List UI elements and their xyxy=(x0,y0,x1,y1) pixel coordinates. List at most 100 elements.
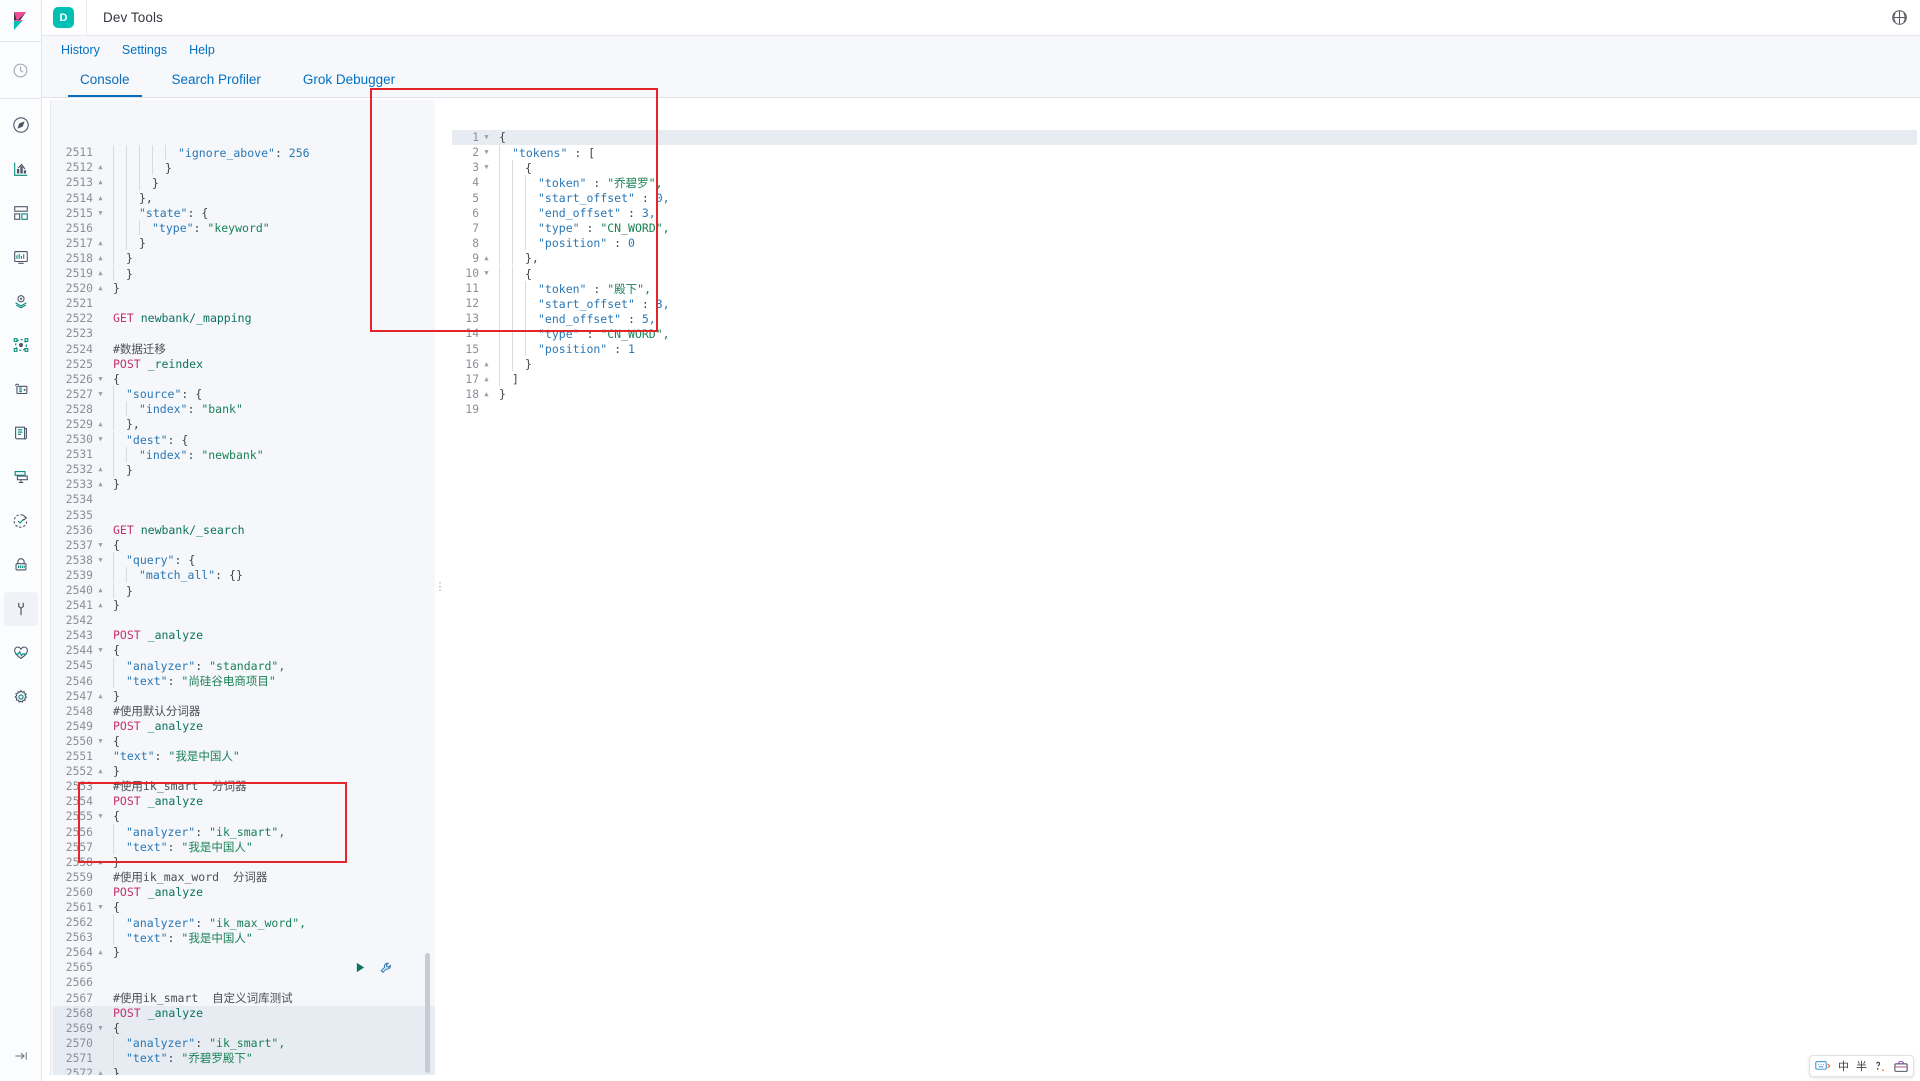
sidebar-item-visualize[interactable] xyxy=(4,152,38,186)
fold-toggle-icon[interactable]: ▲ xyxy=(96,236,105,251)
code-line[interactable]: 2541 ▲} xyxy=(50,598,435,613)
code-line[interactable]: 9 ▲}, xyxy=(452,250,1917,266)
fold-toggle-icon[interactable]: ▼ xyxy=(482,266,491,281)
code-line[interactable]: 13 "end_offset" : 5, xyxy=(452,310,1917,326)
code-line[interactable]: 4 "token" : "乔碧罗", xyxy=(452,174,1917,190)
fold-toggle-icon[interactable]: ▼ xyxy=(482,145,491,160)
code-line[interactable]: 2549 POST _analyze xyxy=(50,719,435,734)
fold-toggle-icon[interactable]: ▼ xyxy=(96,538,105,553)
fold-toggle-icon[interactable]: ▲ xyxy=(482,372,491,387)
fold-toggle-icon[interactable]: ▲ xyxy=(482,251,491,266)
fold-toggle-icon[interactable]: ▼ xyxy=(96,432,105,447)
code-line[interactable]: 6 "end_offset" : 3, xyxy=(452,205,1917,221)
code-line[interactable]: 2553 #使用ik_smart 分词器 xyxy=(50,779,435,794)
code-line[interactable]: 14 "type" : "CN_WORD", xyxy=(452,325,1917,341)
response-viewer-lines[interactable]: 1 ▼{2 ▼ "tokens" : [3 ▼{4 "token" : "乔碧罗", 5 "s… xyxy=(452,130,1917,417)
tab-console[interactable]: Console xyxy=(68,72,142,97)
fold-toggle-icon[interactable]: ▲ xyxy=(96,462,105,477)
code-line[interactable]: 2547 ▲} xyxy=(50,689,435,704)
code-line[interactable]: 2561 ▼ { xyxy=(50,900,435,915)
code-line[interactable]: 2513 ▲} xyxy=(50,174,435,190)
code-line[interactable]: 2532 ▲} xyxy=(50,461,435,477)
help-circle-icon[interactable] xyxy=(1891,9,1908,26)
code-line[interactable]: 2550 ▼ { xyxy=(50,734,435,749)
sidebar-item-dashboard[interactable] xyxy=(4,196,38,230)
sidebar-item-uptime[interactable] xyxy=(4,504,38,538)
code-line[interactable]: 11 "token" : "殿下", xyxy=(452,280,1917,296)
fold-toggle-icon[interactable]: ▲ xyxy=(96,945,105,960)
ime-width-toggle[interactable]: 半 xyxy=(1856,1058,1867,1074)
code-line[interactable]: 2539 "match_all": {} xyxy=(50,567,435,583)
code-line[interactable]: 2531 "index": "newbank" xyxy=(50,446,435,462)
code-line[interactable]: 16 ▲} xyxy=(452,356,1917,372)
tab-search-profiler[interactable]: Search Profiler xyxy=(160,72,273,97)
code-line[interactable]: 18 ▲} xyxy=(452,387,1917,402)
sidebar-item-management[interactable] xyxy=(4,680,38,714)
ime-language-toggle[interactable]: 中 xyxy=(1838,1058,1849,1074)
code-line[interactable]: 2511 "ignore_above": 256 xyxy=(50,144,435,160)
code-line[interactable]: 2524 #数据迁移 xyxy=(50,342,435,357)
sidebar-item-recent[interactable] xyxy=(4,53,38,87)
code-line[interactable]: 2525 POST _reindex xyxy=(50,357,435,372)
code-line[interactable]: 2515 ▼ "state": { xyxy=(50,205,435,221)
code-line[interactable]: 3 ▼ { xyxy=(452,159,1917,175)
fold-toggle-icon[interactable]: ▲ xyxy=(96,477,105,492)
code-line[interactable]: 8 "position" : 0 xyxy=(452,235,1917,251)
code-line[interactable]: 2559 #使用ik_max_word 分词器 xyxy=(50,870,435,885)
fold-toggle-icon[interactable]: ▼ xyxy=(482,160,491,175)
code-line[interactable]: 2517 ▲} xyxy=(50,235,435,251)
ime-keyboard-icon[interactable] xyxy=(1815,1060,1831,1072)
fold-toggle-icon[interactable]: ▲ xyxy=(96,160,105,175)
fold-toggle-icon[interactable]: ▼ xyxy=(96,553,105,568)
code-line[interactable]: 2548 #使用默认分词器 xyxy=(50,704,435,719)
sidebar-item-discover[interactable] xyxy=(4,108,38,142)
code-line[interactable]: 2555 ▼ { xyxy=(50,809,435,824)
fold-toggle-icon[interactable]: ▲ xyxy=(96,251,105,266)
code-line[interactable]: 2571 "text": "乔碧罗殿下" xyxy=(50,1050,435,1066)
code-line[interactable]: 2535 xyxy=(50,508,435,523)
request-editor[interactable]: 2511 "ignore_above": 256 2512 ▲} 2513 ▲} 2514 ▲… xyxy=(50,100,435,1075)
code-line[interactable]: 2540 ▲} xyxy=(50,582,435,598)
code-line[interactable]: 2544 ▼ { xyxy=(50,643,435,658)
code-line[interactable]: 2514 ▲}, xyxy=(50,190,435,206)
code-line[interactable]: 2562 "analyzer": "ik_max_word", xyxy=(50,914,435,930)
response-viewer[interactable]: 1 ▼{2 ▼ "tokens" : [3 ▼{4 "token" : "乔碧罗", 5 "s… xyxy=(452,100,1917,1075)
code-line[interactable]: 2537 ▼ { xyxy=(50,538,435,553)
code-line[interactable]: 2526 ▼ { xyxy=(50,372,435,387)
code-line[interactable]: 2563 "text": "我是中国人" xyxy=(50,929,435,945)
code-line[interactable]: 7 "type" : "CN_WORD", xyxy=(452,220,1917,236)
wrench-action-icon[interactable] xyxy=(380,962,392,978)
code-line[interactable]: 19 xyxy=(452,402,1917,417)
code-line[interactable]: 12 "start_offset" : 3, xyxy=(452,295,1917,311)
fold-toggle-icon[interactable]: ▼ xyxy=(96,734,105,749)
sidebar-item-maps[interactable] xyxy=(4,284,38,318)
nav-item-history[interactable]: History xyxy=(50,36,111,65)
fold-toggle-icon[interactable]: ▲ xyxy=(96,266,105,281)
code-line[interactable]: 2543 POST _analyze xyxy=(50,628,435,643)
sidebar-item-machine-learning[interactable] xyxy=(4,328,38,362)
code-line[interactable]: 2538 ▼ "query": { xyxy=(50,552,435,568)
ime-floating-toolbar[interactable]: 中 半 xyxy=(1809,1055,1914,1077)
fold-toggle-icon[interactable]: ▼ xyxy=(96,900,105,915)
fold-toggle-icon[interactable]: ▼ xyxy=(482,130,491,145)
code-line[interactable]: 2545 "analyzer": "standard", xyxy=(50,657,435,673)
sidebar-item-siem[interactable] xyxy=(4,548,38,582)
collapse-arrow-icon[interactable] xyxy=(6,1043,36,1069)
nav-item-settings[interactable]: Settings xyxy=(111,36,178,65)
code-line[interactable]: 1 ▼ { xyxy=(452,130,1917,146)
code-line[interactable]: 2552 ▲} xyxy=(50,764,435,779)
code-line[interactable]: 2554 POST _analyze xyxy=(50,794,435,809)
kibana-logo-icon[interactable] xyxy=(0,0,42,42)
fold-toggle-icon[interactable]: ▲ xyxy=(96,583,105,598)
code-line[interactable]: 15 "position" : 1 xyxy=(452,341,1917,357)
code-line[interactable]: 5 "start_offset" : 0, xyxy=(452,190,1917,206)
editor-scrollbar[interactable] xyxy=(425,953,430,1073)
code-line[interactable]: 2536 GET newbank/_search xyxy=(50,523,435,538)
code-line[interactable]: 2546 "text": "尚硅谷电商项目" xyxy=(50,673,435,689)
sidebar-item-monitoring[interactable] xyxy=(4,636,38,670)
code-line[interactable]: 2523 xyxy=(50,326,435,341)
ime-punctuation-icon[interactable] xyxy=(1874,1060,1887,1073)
fold-toggle-icon[interactable]: ▲ xyxy=(96,855,105,870)
sidebar-item-apm[interactable] xyxy=(4,460,38,494)
code-line[interactable]: 2557 "text": "我是中国人" xyxy=(50,839,435,855)
